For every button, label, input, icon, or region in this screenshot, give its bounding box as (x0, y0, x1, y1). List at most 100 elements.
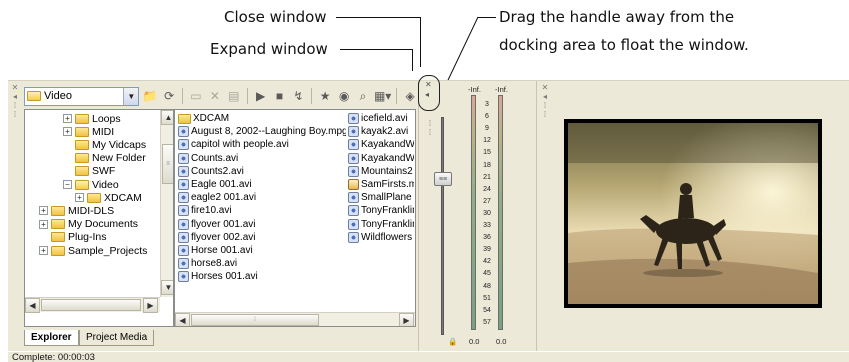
expand-icon[interactable]: + (39, 206, 48, 216)
folder-icon (75, 179, 89, 190)
up-folder-icon[interactable]: 📁 (142, 87, 158, 105)
tree-horizontal-scrollbar[interactable]: ◀ ▶ (25, 297, 160, 313)
tree-vertical-scrollbar[interactable]: ▲ ≡ ▼ (160, 110, 173, 297)
favorites-icon[interactable]: ★ (317, 87, 333, 105)
start-icon[interactable]: ◉ (336, 87, 352, 105)
file-item[interactable]: TonyFranklin. (348, 204, 414, 217)
file-item[interactable]: SamFirsts.mp (348, 178, 414, 191)
tree-item[interactable]: Plug-Ins (39, 231, 107, 244)
dock-handle[interactable]: ✕ ◂ ⁞ ⁞ (10, 83, 20, 119)
auto-preview-icon[interactable]: ↯ (290, 87, 306, 105)
tree-item[interactable]: + My Documents (39, 218, 138, 231)
volume-fader-handle[interactable]: ≡≡ (434, 172, 452, 186)
add-to-project-icon[interactable]: ▭ (188, 87, 204, 105)
dock-handle-highlight[interactable]: ✕ ◂ (418, 75, 440, 111)
delete-icon[interactable]: ✕ (207, 87, 223, 105)
status-bar: Complete: 00:00:03 (8, 351, 849, 362)
tab-project-media[interactable]: Project Media (79, 330, 155, 346)
file-item[interactable]: icefield.avi (348, 112, 414, 125)
scroll-left-icon[interactable]: ◀ (25, 298, 40, 313)
scroll-up-icon[interactable]: ▲ (161, 110, 173, 125)
tree-item[interactable]: + XDCAM (75, 191, 142, 204)
file-item[interactable]: fire10.avi (178, 204, 346, 217)
file-name: Wildflowers 00 (361, 231, 414, 243)
scroll-down-icon[interactable]: ▼ (161, 280, 173, 295)
scroll-left-icon[interactable]: ◀ (175, 313, 190, 326)
file-item[interactable]: Horse 001.avi (178, 244, 346, 257)
file-item[interactable]: XDCAM (178, 112, 346, 125)
file-item[interactable]: TonyFranklinV (348, 218, 414, 231)
file-item[interactable]: flyover 001.avi (178, 218, 346, 231)
tree-item[interactable]: + MIDI-DLS (39, 204, 114, 217)
preview-image (568, 123, 818, 304)
location-dropdown[interactable]: Video ▼ (24, 86, 140, 106)
meter-tick-label: 33 (483, 222, 491, 229)
tree-item[interactable]: New Folder (63, 152, 146, 165)
volume-fader-track[interactable] (441, 117, 444, 335)
new-folder-icon[interactable]: ▤ (226, 87, 242, 105)
scroll-thumb[interactable]: ⁞ (191, 314, 319, 326)
play-icon[interactable]: ▶ (253, 87, 269, 105)
file-name: Eagle 001.avi (191, 179, 252, 190)
file-item[interactable]: kayak2.avi (348, 125, 414, 138)
collapse-icon[interactable]: − (63, 180, 72, 189)
folder-icon (51, 219, 65, 230)
tree-item[interactable]: SWF (63, 165, 115, 178)
fader-lock-icon[interactable]: 🔒 (448, 337, 457, 346)
tab-explorer[interactable]: Explorer (24, 330, 79, 346)
tree-item[interactable]: + MIDI (63, 125, 114, 138)
tree-item[interactable]: + Sample_Projects (39, 244, 147, 257)
meter-scale: 3 6 9 12 15 18 21 24 27 30 33 36 39 42 45 48 51 54 57 (478, 95, 496, 335)
file-item[interactable]: KayakandWha (348, 138, 414, 151)
views-icon[interactable]: ▦▾ (374, 87, 391, 105)
tree-item-label: New Folder (92, 152, 146, 165)
file-name: August 8, 2002--Laughing Boy.mpg (191, 126, 346, 138)
file-item[interactable]: flyover 002.avi (178, 231, 346, 244)
refresh-icon[interactable]: ⟳ (161, 87, 177, 105)
media-file-icon (178, 218, 189, 230)
file-item[interactable]: Mountains2 00 (348, 165, 414, 178)
toolbar-separator (396, 88, 398, 104)
file-item[interactable]: eagle2 001.avi (178, 191, 346, 204)
folder-icon (51, 205, 65, 216)
file-item[interactable]: Counts2.avi (178, 165, 346, 178)
file-item[interactable]: Eagle 001.avi (178, 178, 346, 191)
scroll-thumb[interactable] (41, 299, 141, 311)
media-file-icon (178, 152, 189, 164)
file-item[interactable]: Wildflowers 00 (348, 231, 414, 244)
file-item[interactable]: August 8, 2002--Laughing Boy.mpg (178, 125, 346, 138)
expand-icon[interactable]: + (63, 127, 72, 137)
tree-item[interactable]: − Video (63, 178, 119, 191)
tree-item-label: My Documents (68, 218, 139, 231)
dock-grip[interactable]: ⁞ ⁞ (425, 119, 435, 137)
chevron-down-icon[interactable]: ▼ (123, 87, 139, 105)
expand-icon[interactable]: + (39, 246, 48, 255)
expand-icon[interactable]: + (63, 114, 72, 123)
scroll-right-icon[interactable]: ▶ (399, 313, 414, 326)
file-item[interactable]: Counts.avi (178, 152, 346, 165)
tree-item[interactable]: + Loops (63, 112, 121, 125)
media-file-icon (348, 139, 359, 151)
files-horizontal-scrollbar[interactable]: ◀ ⁞ ▶ (175, 312, 415, 326)
tree-item-label: Plug-Ins (68, 231, 107, 244)
location-value: Video (44, 90, 72, 102)
file-item[interactable]: KayakandWhi (348, 152, 414, 165)
tree-item[interactable]: My Vidcaps (63, 138, 146, 151)
scroll-thumb[interactable]: ≡ (162, 144, 173, 184)
dock-handle[interactable]: ✕ ◂ ⁞ ⁞ (540, 83, 550, 119)
file-item[interactable]: Horses 001.avi (178, 270, 346, 283)
expand-icon[interactable]: + (39, 219, 48, 229)
expand-icon[interactable]: ◂ (425, 90, 429, 99)
region-icon[interactable]: ◈ (402, 87, 418, 105)
toolbar-separator (182, 88, 183, 104)
close-icon[interactable]: ✕ (425, 80, 432, 89)
file-item[interactable]: horse8.avi (178, 257, 346, 270)
expand-icon[interactable]: + (75, 193, 84, 203)
search-icon[interactable]: ⌕ (355, 87, 371, 105)
scroll-right-icon[interactable]: ▶ (143, 298, 158, 313)
file-item[interactable]: capitol with people.avi (178, 138, 346, 151)
file-item[interactable]: SmallPlane 00 (348, 191, 414, 204)
expand-leader-h (340, 49, 412, 50)
stop-icon[interactable]: ■ (272, 87, 288, 105)
file-name: icefield.avi (361, 113, 408, 124)
